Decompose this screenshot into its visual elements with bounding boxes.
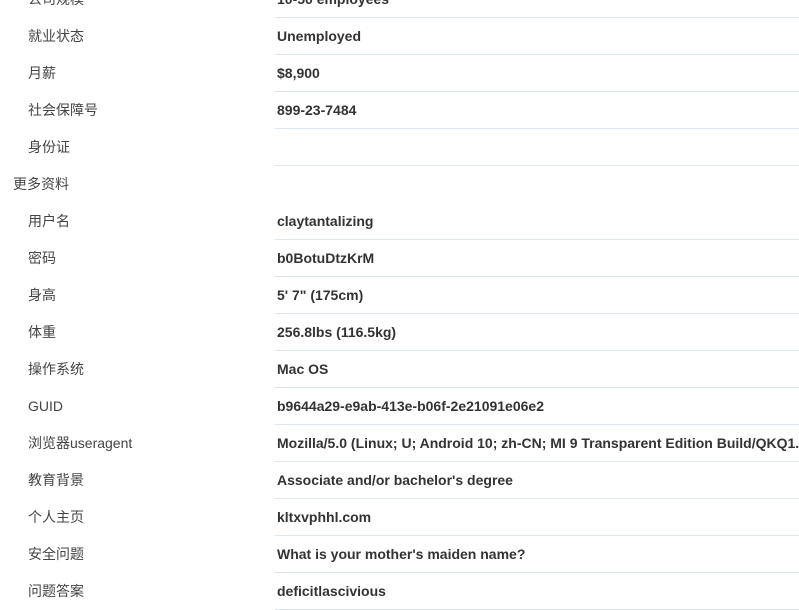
row-username: 用户名 claytantalizing [0, 203, 799, 240]
row-value: 10-50 employees [277, 0, 389, 18]
row-value: 256.8lbs (116.5kg) [277, 324, 397, 340]
row-password: 密码 b0BotuDtzKrM [0, 240, 799, 277]
row-value: claytantalizing [277, 213, 374, 229]
row-label: 安全问题 [28, 546, 84, 562]
row-operating-system: 操作系统 Mac OS [0, 351, 799, 388]
row-homepage: 个人主页 kltxvphhl.com [0, 499, 799, 536]
row-company-size: 公司规模 10-50 employees [0, 0, 799, 18]
row-label: 浏览器useragent [28, 435, 133, 451]
row-value-cell: 899-23-7484 [275, 92, 799, 129]
row-value: Mozilla/5.0 (Linux; U; Android 10; zh-CN… [277, 435, 799, 451]
row-education: 教育背景 Associate and/or bachelor's degree [0, 462, 799, 499]
row-label: 体重 [28, 324, 56, 340]
row-value-cell: Associate and/or bachelor's degree [275, 462, 799, 499]
row-label: 身高 [28, 287, 56, 303]
row-value: Mac OS [277, 361, 329, 377]
row-value-cell: What is your mother's maiden name? [275, 536, 799, 573]
row-value-cell: Mozilla/5.0 (Linux; U; Android 10; zh-CN… [275, 425, 799, 462]
row-value-cell: kltxvphhl.com [275, 499, 799, 536]
row-value-cell: $8,900 [275, 55, 799, 92]
row-value-cell: b9644a29-e9ab-413e-b06f-2e21091e06e2 [275, 388, 799, 425]
row-label: 社会保障号 [28, 102, 98, 118]
row-value-cell [275, 129, 799, 166]
row-label: 个人主页 [28, 509, 84, 525]
section-title: 更多资料 [13, 176, 69, 192]
row-security-question: 安全问题 What is your mother's maiden name? [0, 536, 799, 573]
row-label: 身份证 [28, 139, 70, 155]
row-label: 操作系统 [28, 361, 84, 377]
row-label: 用户名 [28, 213, 70, 229]
row-label: 密码 [28, 250, 56, 266]
row-height: 身高 5' 7" (175cm) [0, 277, 799, 314]
row-value: $8,900 [277, 65, 320, 81]
row-value: b9644a29-e9ab-413e-b06f-2e21091e06e2 [277, 398, 544, 414]
row-monthly-salary: 月薪 $8,900 [0, 55, 799, 92]
row-label: 就业状态 [28, 28, 84, 44]
row-value-cell: 5' 7" (175cm) [275, 277, 799, 314]
row-value-cell: Unemployed [275, 18, 799, 55]
row-value: deficitlascivious [277, 583, 386, 599]
row-weight: 体重 256.8lbs (116.5kg) [0, 314, 799, 351]
row-value: b0BotuDtzKrM [277, 250, 375, 266]
row-label: 教育背景 [28, 472, 84, 488]
row-value-cell: Mac OS [275, 351, 799, 388]
row-employment-status: 就业状态 Unemployed [0, 18, 799, 55]
row-label: 月薪 [28, 65, 56, 81]
profile-panel: 公司规模 10-50 employees 就业状态 Unemployed 月薪 … [0, 0, 799, 610]
row-value: 5' 7" (175cm) [277, 287, 364, 303]
row-value: Associate and/or bachelor's degree [277, 472, 513, 488]
row-value-cell: deficitlascivious [275, 573, 799, 610]
row-value: kltxvphhl.com [277, 509, 372, 525]
row-value-cell: 256.8lbs (116.5kg) [275, 314, 799, 351]
more-info-section: 更多资料 [0, 166, 799, 203]
row-value: 899-23-7484 [277, 102, 357, 118]
row-label: 公司规模 [28, 0, 84, 18]
row-value-cell: b0BotuDtzKrM [275, 240, 799, 277]
row-value: What is your mother's maiden name? [277, 546, 526, 562]
row-security-answer: 问题答案 deficitlascivious [0, 573, 799, 610]
row-guid: GUID b9644a29-e9ab-413e-b06f-2e21091e06e… [0, 388, 799, 425]
row-id-card: 身份证 [0, 129, 799, 166]
row-label: GUID [28, 398, 63, 414]
row-value-cell: claytantalizing [275, 203, 799, 240]
row-user-agent: 浏览器useragent Mozilla/5.0 (Linux; U; Andr… [0, 425, 799, 462]
row-label: 问题答案 [28, 583, 84, 599]
row-value-cell: 10-50 employees [275, 0, 799, 18]
row-ssn: 社会保障号 899-23-7484 [0, 92, 799, 129]
row-value: Unemployed [277, 28, 362, 44]
